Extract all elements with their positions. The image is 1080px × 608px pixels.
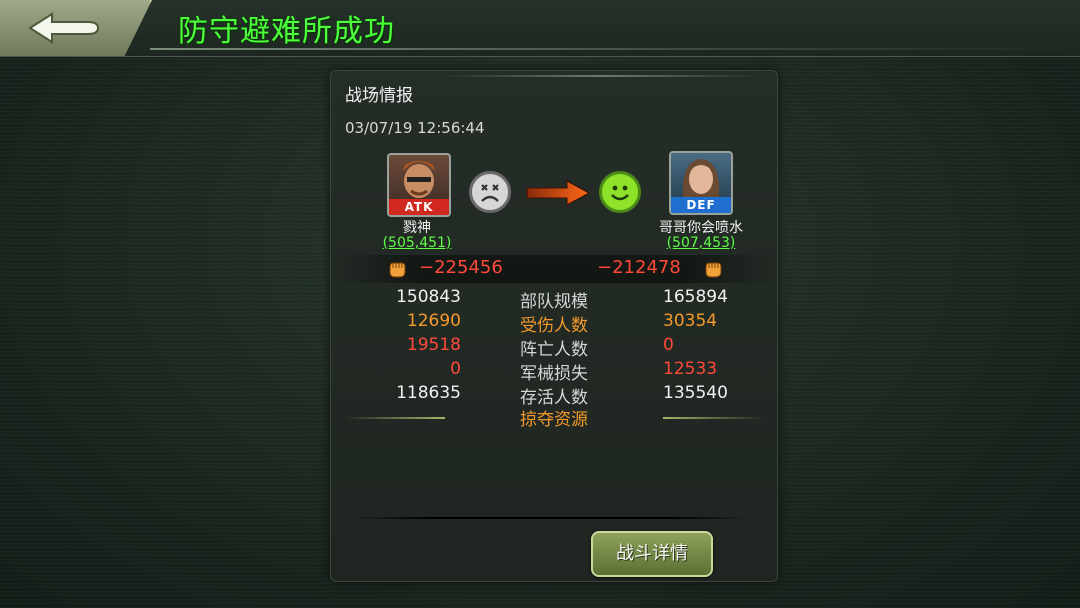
attacker-portrait-icon [403,161,435,198]
happy-face-icon [599,171,641,213]
defender-loss: −212478 [597,257,681,278]
bottom-divider [351,517,751,519]
attacker-stat: 118635 [396,383,461,403]
defender-stat: 165894 [663,287,728,307]
stat-row: 19518 阵亡人数 0 [331,335,777,360]
defender-stat: 30354 [663,311,718,331]
top-bar [0,0,1080,57]
attacker-power-link[interactable]: (505,451) [371,235,463,251]
page-title: 防守避难所成功 [178,14,395,49]
report-timestamp: 03/07/19 12:56:44 [345,119,485,137]
defender-stat: 12533 [663,359,718,379]
fist-icon [389,262,406,278]
defender-stat: 0 [663,335,674,355]
stat-label: 部队规模 [520,292,588,312]
defender-avatar[interactable]: DEF [669,151,733,215]
defender-name: 哥哥你会喷水 [659,220,743,236]
defender-power-link[interactable]: (507,453) [631,235,771,251]
attacker-stat: 0 [450,359,461,379]
panel-top-divider [441,75,761,77]
attacker-stat: 150843 [396,287,461,307]
back-arrow-icon [28,12,100,44]
plunder-divider-left [345,417,445,419]
report-title: 战场情报 [345,86,413,106]
defender-stat: 135540 [663,383,728,403]
plunder-resources-label: 掠夺资源 [520,410,588,430]
attacker-tag: ATK [389,199,449,215]
defender-tag: DEF [671,197,731,213]
fist-icon [705,262,722,278]
plunder-divider-right [663,417,763,419]
stat-row: 150843 部队规模 165894 [331,287,777,312]
attacker-loss: −225456 [419,257,503,278]
attacker-avatar[interactable]: ATK [387,153,451,217]
sad-face-icon [469,171,511,213]
attacker-name: 戮神 [403,220,431,236]
battle-details-label: 战斗详情 [616,543,688,564]
battle-report-panel: 战场情报 03/07/19 12:56:44 ATK DEF 戮神 (505,4… [330,70,778,582]
battle-details-button[interactable]: 战斗详情 [591,531,713,577]
stat-label: 军械损失 [520,364,588,384]
stat-row: 0 军械损失 12533 [331,359,777,384]
stat-row: 12690 受伤人数 30354 [331,311,777,336]
stat-label: 阵亡人数 [520,340,588,360]
stat-row: 118635 存活人数 135540 [331,383,777,408]
arrow-right-icon [526,180,591,206]
attacker-stat: 19518 [406,335,461,355]
attacker-stat: 12690 [406,311,461,331]
stat-label: 受伤人数 [520,316,588,336]
defender-portrait-icon [682,159,720,197]
